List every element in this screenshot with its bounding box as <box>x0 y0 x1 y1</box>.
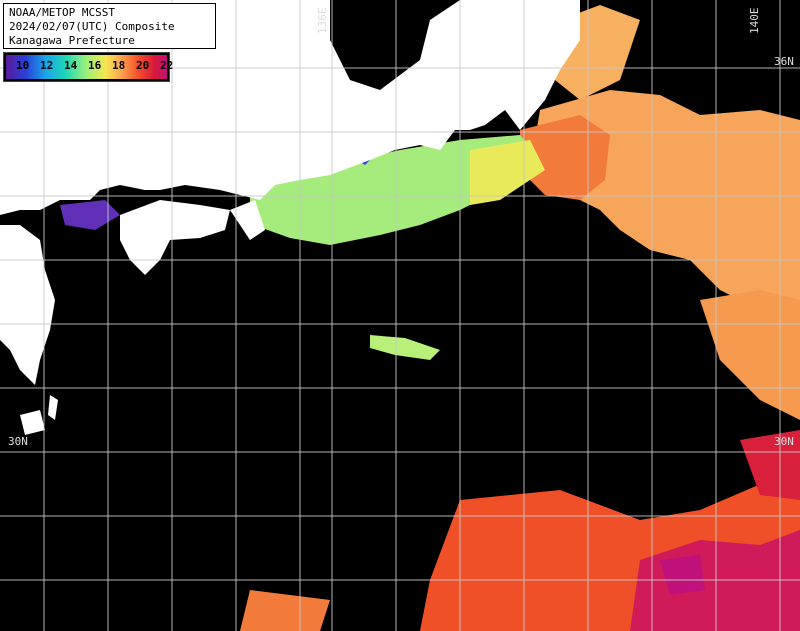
lat-label-36n: 36N <box>774 55 794 68</box>
scale-label-20: 20 <box>136 59 150 72</box>
scale-label-22: 22 <box>160 59 174 72</box>
scale-label-14: 14 <box>64 59 78 72</box>
temperature-color-scale: 10 12 14 16 18 20 22 <box>3 52 173 82</box>
title-line-region: Kanagawa Prefecture <box>9 34 135 47</box>
scale-label-12: 12 <box>40 59 54 72</box>
title-line-source: NOAA/METOP MCSST <box>9 6 115 19</box>
map-title-box: NOAA/METOP MCSST 2024/02/07(UTC) Composi… <box>3 3 216 49</box>
scale-label-16: 16 <box>88 59 102 72</box>
lon-label-140e: 140E <box>748 7 761 35</box>
lon-label-136e: 136E <box>316 7 329 35</box>
lat-label-30n-right: 30N <box>774 435 794 448</box>
lat-label-30n-left: 30N <box>8 435 28 448</box>
scale-label-18: 18 <box>112 59 126 72</box>
color-scale-labels: 10 12 14 16 18 20 22 <box>16 59 184 72</box>
sst-map <box>0 0 800 631</box>
scale-label-10: 10 <box>16 59 30 72</box>
title-line-date: 2024/02/07(UTC) Composite <box>9 20 175 33</box>
